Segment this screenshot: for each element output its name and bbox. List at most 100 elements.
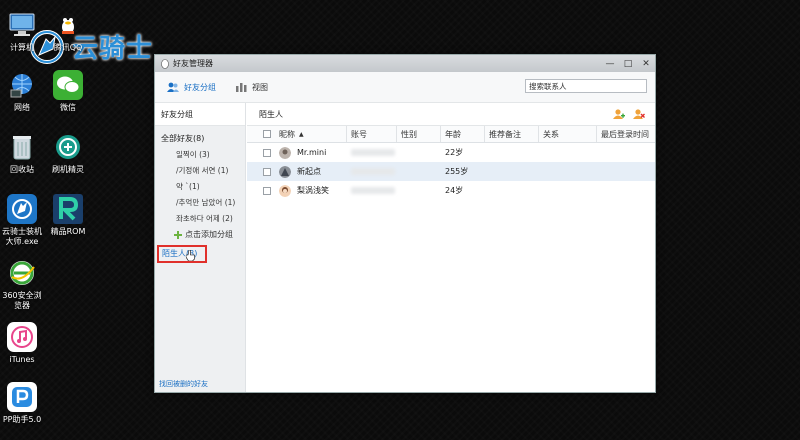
close-button[interactable]: ✕ bbox=[637, 59, 655, 69]
desktop-icon-label: 刷机精灵 bbox=[52, 165, 84, 174]
column-header-account[interactable]: 账号 bbox=[347, 126, 397, 142]
table-row[interactable]: 梨涡浅笑 24岁 bbox=[247, 181, 655, 200]
hand-cursor-icon bbox=[186, 250, 195, 261]
desktop-icon-computer[interactable]: 计算机 bbox=[0, 10, 44, 53]
network-icon bbox=[7, 70, 37, 100]
recycle-bin-icon bbox=[7, 132, 37, 162]
sidebar-item-stranger[interactable]: 陌生人(3) bbox=[157, 245, 207, 263]
account-blurred bbox=[351, 168, 395, 175]
shuaji-icon bbox=[53, 132, 83, 162]
plus-icon bbox=[174, 231, 182, 239]
remove-friend-icon[interactable] bbox=[633, 108, 645, 120]
group-sidebar: 好友分组 全部好友(8) 일찍이 (3) /기정애 서연 (1) 약 `(1) … bbox=[155, 103, 246, 392]
column-label: 关系 bbox=[543, 129, 559, 139]
column-label: 年龄 bbox=[445, 129, 461, 139]
avatar bbox=[279, 165, 291, 178]
desktop-icon-qq[interactable]: 腾讯QQ bbox=[46, 10, 90, 53]
row-nick: Mr.mini bbox=[297, 148, 327, 157]
desktop-icon-wechat[interactable]: 微信 bbox=[46, 70, 90, 113]
desktop-icon-label: iTunes bbox=[9, 355, 35, 364]
sidebar-group-item[interactable]: 좌초하다 어제 (2) bbox=[155, 211, 245, 227]
table-row[interactable]: Mr.mini 22岁 bbox=[247, 143, 655, 162]
sort-up-icon: ▲ bbox=[299, 130, 304, 138]
sidebar-item-all-friends[interactable]: 全部好友(8) bbox=[155, 126, 245, 147]
desktop-icon-label: 网络 bbox=[14, 103, 30, 112]
row-age: 22岁 bbox=[445, 148, 464, 157]
sidebar-header: 好友分组 bbox=[155, 103, 245, 126]
pp-icon bbox=[7, 382, 37, 412]
qq-icon bbox=[53, 10, 83, 40]
list-title: 陌生人 bbox=[259, 109, 283, 119]
sidebar-group-item[interactable]: 약 `(1) bbox=[155, 179, 245, 195]
desktop-icon-360-browser[interactable]: 360安全浏览器 bbox=[0, 258, 44, 311]
column-label: 最后登录时间 bbox=[601, 129, 649, 139]
row-checkbox[interactable] bbox=[263, 167, 271, 176]
window-title: 好友管理器 bbox=[173, 59, 213, 68]
desktop-icon-label: 360安全浏览器 bbox=[2, 291, 42, 310]
row-nick: 梨涡浅笑 bbox=[297, 186, 329, 195]
maximize-button[interactable]: □ bbox=[619, 59, 637, 69]
desktop-icon-label: 回收站 bbox=[10, 165, 34, 174]
minimize-button[interactable]: — bbox=[601, 59, 619, 69]
column-header-nick[interactable]: 昵称 ▲ bbox=[275, 126, 347, 142]
row-checkbox[interactable] bbox=[263, 186, 271, 195]
column-label: 性别 bbox=[401, 129, 417, 139]
add-group-button[interactable]: 点击添加分组 bbox=[155, 227, 245, 243]
table-header: 昵称 ▲ 账号 性别 年龄 推荐备注 关系 最后登录时间 bbox=[247, 126, 655, 143]
computer-icon bbox=[7, 10, 37, 40]
friend-list-panel: 陌生人 昵称 ▲ 账号 性别 年龄 推荐备注 关系 最后登录时间 Mr.mini … bbox=[247, 103, 655, 392]
column-header-last-login[interactable]: 最后登录时间 bbox=[597, 126, 655, 142]
tab-view-label: 视图 bbox=[252, 82, 268, 92]
desktop-icon-recycle-bin[interactable]: 回收站 bbox=[0, 132, 44, 175]
row-checkbox[interactable] bbox=[263, 148, 271, 157]
desktop-icon-label: PP助手5.0 bbox=[2, 415, 42, 424]
column-header-relation[interactable]: 关系 bbox=[539, 126, 597, 142]
itunes-icon bbox=[7, 322, 37, 352]
sidebar-group-item[interactable]: 일찍이 (3) bbox=[155, 147, 245, 163]
avatar bbox=[279, 146, 291, 159]
column-label: 昵称 bbox=[279, 129, 295, 139]
desktop-icon-itunes[interactable]: iTunes bbox=[0, 322, 44, 365]
desktop-icon-label: 云骑士装机大师.exe bbox=[2, 227, 42, 246]
yunqishi-icon bbox=[7, 194, 37, 224]
tab-friend-groups[interactable]: 好友分组 bbox=[167, 82, 216, 93]
list-header: 陌生人 bbox=[247, 103, 655, 126]
column-header-remark[interactable]: 推荐备注 bbox=[485, 126, 539, 142]
select-all-checkbox[interactable] bbox=[263, 130, 271, 138]
tab-view[interactable]: 视图 bbox=[236, 82, 268, 93]
browser-360-icon bbox=[7, 258, 37, 288]
sidebar-group-item[interactable]: /기정애 서연 (1) bbox=[155, 163, 245, 179]
row-age: 255岁 bbox=[445, 167, 469, 176]
user-group-icon bbox=[167, 82, 179, 92]
bar-chart-icon bbox=[236, 83, 247, 92]
window-titlebar[interactable]: 好友管理器 — □ ✕ bbox=[155, 55, 655, 72]
desktop-icon-label: 精品ROM bbox=[50, 227, 86, 236]
search-contacts-input[interactable] bbox=[525, 79, 647, 93]
sidebar-group-item[interactable]: /추억만 남았어 (1) bbox=[155, 195, 245, 211]
column-header-age[interactable]: 年龄 bbox=[441, 126, 485, 142]
column-label: 账号 bbox=[351, 129, 367, 139]
desktop-icon-pp[interactable]: PP助手5.0 bbox=[0, 382, 44, 425]
column-header-gender[interactable]: 性别 bbox=[397, 126, 441, 142]
column-label: 推荐备注 bbox=[489, 129, 521, 139]
desktop-icon-shuaji[interactable]: 刷机精灵 bbox=[46, 132, 90, 175]
avatar bbox=[279, 184, 291, 197]
tab-friend-groups-label: 好友分组 bbox=[184, 82, 216, 92]
add-group-label: 点击添加分组 bbox=[185, 230, 233, 239]
row-nick: 新起点 bbox=[297, 167, 321, 176]
qq-small-icon bbox=[161, 58, 169, 69]
add-friend-icon[interactable] bbox=[613, 108, 625, 120]
desktop-icon-yunqishi[interactable]: 云骑士装机大师.exe bbox=[0, 194, 44, 247]
desktop-icon-label: 计算机 bbox=[10, 43, 34, 52]
table-row[interactable]: 新起点 255岁 bbox=[247, 162, 655, 181]
account-blurred bbox=[351, 149, 395, 156]
account-blurred bbox=[351, 187, 395, 194]
desktop-icon-label: 腾讯QQ bbox=[53, 43, 83, 52]
friend-manager-window: 好友管理器 — □ ✕ 好友分组 视图 好友分组 全部好友(8) 일찍이 (3)… bbox=[154, 54, 656, 393]
desktop-icon-label: 微信 bbox=[60, 103, 76, 112]
desktop-icon-rom[interactable]: 精品ROM bbox=[46, 194, 90, 237]
wechat-icon bbox=[53, 70, 83, 100]
row-age: 24岁 bbox=[445, 186, 464, 195]
desktop-icon-network[interactable]: 网络 bbox=[0, 70, 44, 113]
find-deleted-friends-link[interactable]: 找回被删的好友 bbox=[159, 379, 208, 389]
